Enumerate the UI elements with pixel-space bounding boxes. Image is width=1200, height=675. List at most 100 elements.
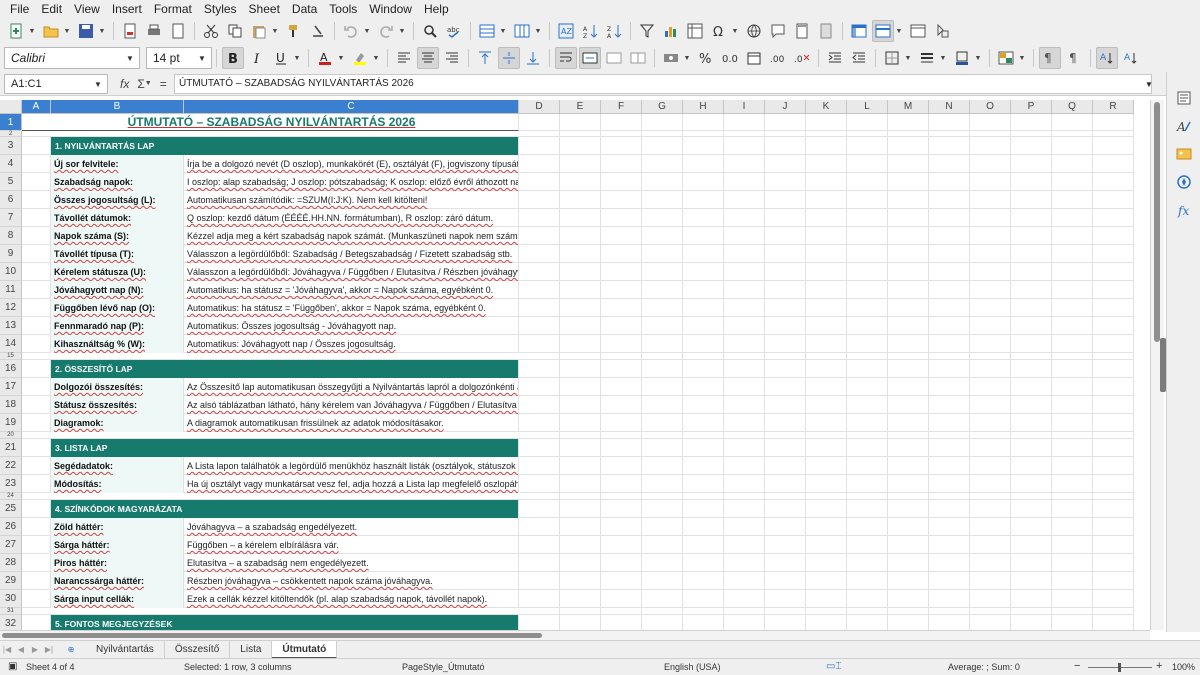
cell-a13[interactable]	[22, 317, 51, 335]
guide-label[interactable]: Segédadatok:	[51, 457, 184, 475]
formula-expand-arrow[interactable]: ▼	[1142, 74, 1156, 94]
row-header-32[interactable]: 32	[0, 615, 22, 630]
hyperlink-icon[interactable]	[743, 20, 765, 42]
sort-descending-icon[interactable]: ZA	[603, 20, 625, 42]
column-icon[interactable]	[511, 20, 533, 42]
column-dropdown-arrow[interactable]: ▼	[534, 20, 542, 42]
undo-dropdown-arrow[interactable]: ▼	[363, 20, 371, 42]
guide-description[interactable]: Automatikus: Összes jogosultság - Jóváha…	[184, 317, 519, 335]
cell-a19[interactable]	[22, 414, 51, 432]
borders-icon[interactable]	[881, 47, 903, 69]
cell-a18[interactable]	[22, 396, 51, 414]
menu-format[interactable]: Format	[148, 0, 198, 18]
sort-ascending-icon[interactable]: AZ	[579, 20, 601, 42]
guide-label[interactable]: Új sor felvitele:	[51, 155, 184, 173]
comment-icon[interactable]	[767, 20, 789, 42]
cell-a6[interactable]	[22, 191, 51, 209]
zoom-in-icon[interactable]: +	[1156, 660, 1162, 672]
menu-file[interactable]: File	[4, 0, 35, 18]
section-header[interactable]: 1. NYILVÁNTARTÁS LAP	[51, 137, 519, 155]
column-header-p[interactable]: P	[1011, 100, 1052, 114]
sum-dropdown-arrow[interactable]: ▼	[145, 80, 152, 87]
sheet-tab-3[interactable]: Lista	[230, 640, 273, 659]
add-sheet-icon[interactable]: ⊕	[64, 643, 78, 657]
guide-description[interactable]: Automatikus: ha státusz = 'Függőben', ak…	[184, 299, 519, 317]
column-header-q[interactable]: Q	[1052, 100, 1093, 114]
menu-insert[interactable]: Insert	[106, 0, 148, 18]
menu-view[interactable]: View	[68, 0, 106, 18]
cell-a27[interactable]	[22, 536, 51, 554]
freeze-rows-columns-icon[interactable]	[848, 20, 870, 42]
cell-a22[interactable]	[22, 457, 51, 475]
guide-label[interactable]: Távollét típusa (T):	[51, 245, 184, 263]
sum-status[interactable]: Average: ; Sum: 0	[948, 662, 1020, 672]
spelling-icon[interactable]: abc	[443, 20, 465, 42]
font-size-box[interactable]: 14 pt ▼	[146, 47, 212, 69]
guide-label[interactable]: Narancssárga háttér:	[51, 572, 184, 590]
guide-label[interactable]: Sárga input cellák:	[51, 590, 184, 608]
guide-description[interactable]: I oszlop: alap szabadság; J oszlop: póts…	[184, 173, 519, 191]
row-header-14[interactable]: 14	[0, 335, 22, 353]
currency-format-icon[interactable]	[660, 47, 682, 69]
cell-a8[interactable]	[22, 227, 51, 245]
guide-label[interactable]: Diagramok:	[51, 414, 184, 432]
cell-a9[interactable]	[22, 245, 51, 263]
open-dropdown-arrow[interactable]: ▼	[63, 20, 71, 42]
row-header-25[interactable]: 25	[0, 500, 22, 518]
guide-description[interactable]: A diagramok automatikusan frissülnek az …	[184, 414, 519, 432]
guide-description[interactable]: Automatikus: ha státusz = 'Jóváhagyva', …	[184, 281, 519, 299]
split-dropdown-arrow[interactable]: ▼	[895, 20, 903, 42]
cell-a28[interactable]	[22, 554, 51, 572]
text-orientation-horizontal-icon[interactable]: A	[1096, 47, 1118, 69]
column-header-d[interactable]: D	[519, 100, 560, 114]
title-cell[interactable]: ÚTMUTATÓ – SZABADSÁG NYILVÁNTARTÁS 2026	[22, 114, 519, 131]
formula-input[interactable]: ÚTMUTATÓ – SZABADSÁG NYILVÁNTARTÁS 2026	[174, 74, 1152, 94]
row-header-5[interactable]: 5	[0, 173, 22, 191]
name-box-dropdown-arrow[interactable]: ▼	[89, 75, 107, 95]
row-header-12[interactable]: 12	[0, 299, 22, 317]
column-header-o[interactable]: O	[970, 100, 1011, 114]
cell-a16[interactable]	[22, 360, 51, 378]
sheet-tab-2[interactable]: Összesítő	[165, 640, 231, 659]
font-name-box[interactable]: Calibri ▼	[4, 47, 140, 69]
undo-icon[interactable]	[340, 20, 362, 42]
spreadsheet-grid[interactable]: ABCDEFGHIJKLMNOPQR 1 ÚTMUTATÓ – SZABADSÁG…	[0, 100, 1150, 630]
paste-icon[interactable]	[248, 20, 270, 42]
guide-description[interactable]: Részben jóváhagyva – csökkentett napok s…	[184, 572, 519, 590]
guide-description[interactable]: Függőben – a kérelem elbírálásra vár.	[184, 536, 519, 554]
shapes-icon[interactable]	[931, 20, 953, 42]
cell-a23[interactable]	[22, 475, 51, 493]
sum-icon[interactable]: Σ	[137, 77, 144, 91]
guide-label[interactable]: Piros háttér:	[51, 554, 184, 572]
section-header[interactable]: 5. FONTOS MEGJEGYZÉSEK	[51, 615, 519, 630]
row-header-20[interactable]: 20	[0, 432, 22, 439]
menu-window[interactable]: Window	[363, 0, 418, 18]
border-color-icon[interactable]	[951, 47, 973, 69]
row-header-24[interactable]: 24	[0, 493, 22, 500]
zoom-slider-knob[interactable]	[1118, 663, 1121, 672]
percent-format-icon[interactable]: %	[695, 47, 717, 69]
new-dropdown-arrow[interactable]: ▼	[28, 20, 36, 42]
row-header-10[interactable]: 10	[0, 263, 22, 281]
increase-indent-icon[interactable]	[824, 47, 846, 69]
row-header-18[interactable]: 18	[0, 396, 22, 414]
guide-description[interactable]: A Lista lapon találhatók a legördülő men…	[184, 457, 519, 475]
underline-icon[interactable]: U	[270, 47, 292, 69]
guide-label[interactable]: Sárga háttér:	[51, 536, 184, 554]
headers-footers-icon[interactable]	[791, 20, 813, 42]
align-bottom-icon[interactable]	[522, 47, 544, 69]
wrap-text-icon[interactable]	[555, 47, 577, 69]
copy-icon[interactable]	[224, 20, 246, 42]
save-dropdown-arrow[interactable]: ▼	[98, 20, 106, 42]
pivot-table-icon[interactable]	[684, 20, 706, 42]
guide-description[interactable]: Jóváhagyva – a szabadság engedélyezett.	[184, 518, 519, 536]
section-header[interactable]: 4. SZÍNKÓDOK MAGYARÁZATA	[51, 500, 519, 518]
font-color-icon[interactable]: A	[314, 47, 336, 69]
row-header-7[interactable]: 7	[0, 209, 22, 227]
print-preview-icon[interactable]	[167, 20, 189, 42]
column-header-j[interactable]: J	[765, 100, 806, 114]
guide-label[interactable]: Összes jogosultság (L):	[51, 191, 184, 209]
row-header-21[interactable]: 21	[0, 439, 22, 457]
guide-label[interactable]: Kérelem státusza (U):	[51, 263, 184, 281]
cell-a29[interactable]	[22, 572, 51, 590]
